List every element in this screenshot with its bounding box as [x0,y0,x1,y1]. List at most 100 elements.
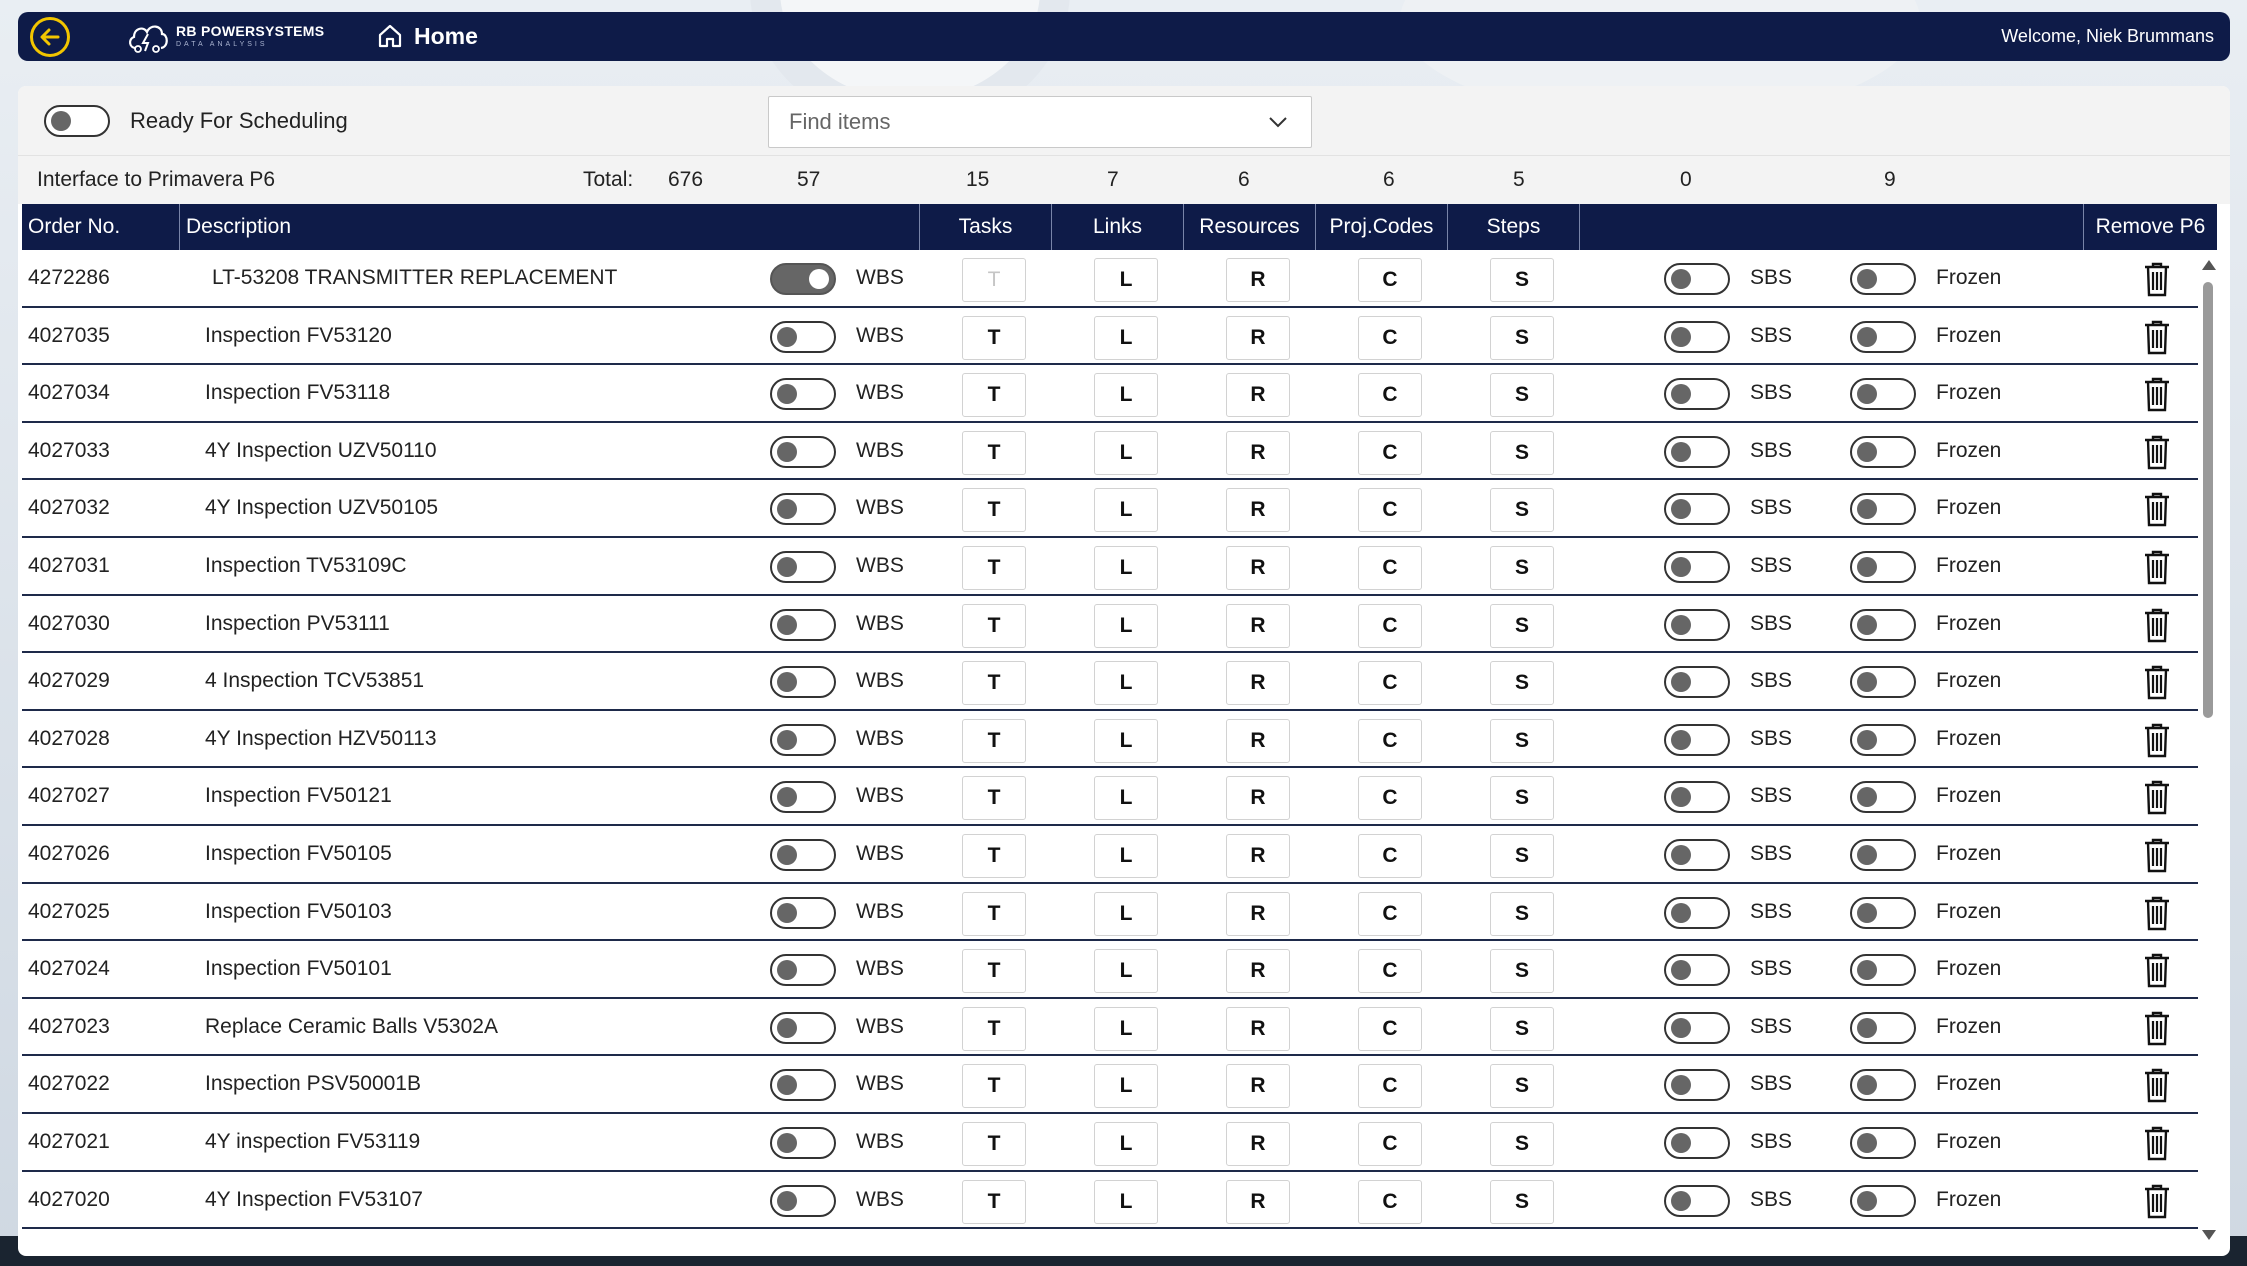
wbs-toggle[interactable] [770,1126,836,1159]
wbs-toggle[interactable] [770,896,836,929]
tasks-button[interactable]: T [962,373,1026,418]
wbs-toggle[interactable] [770,608,836,641]
steps-button[interactable]: S [1490,258,1554,302]
wbs-toggle[interactable] [770,263,836,295]
trash-icon[interactable] [2142,434,2172,470]
links-button[interactable]: L [1094,315,1158,360]
wbs-toggle[interactable] [770,954,836,987]
links-button[interactable]: L [1094,1064,1158,1109]
sbs-toggle[interactable] [1664,666,1730,699]
resources-button[interactable]: R [1226,661,1290,706]
frozen-toggle[interactable] [1850,723,1916,756]
links-button[interactable]: L [1094,488,1158,533]
scroll-thumb[interactable] [2203,282,2213,718]
vertical-scrollbar[interactable] [2200,260,2216,1240]
links-button[interactable]: L [1094,258,1158,302]
proj-codes-button[interactable]: C [1358,488,1422,533]
tasks-button[interactable]: T [962,1121,1026,1166]
tasks-button[interactable]: T [962,1006,1026,1051]
links-button[interactable]: L [1094,833,1158,878]
wbs-toggle[interactable] [770,1011,836,1044]
trash-icon[interactable] [2142,664,2172,700]
resources-button[interactable]: R [1226,488,1290,533]
links-button[interactable]: L [1094,718,1158,763]
tasks-button[interactable]: T [962,1179,1026,1224]
sbs-toggle[interactable] [1664,1126,1730,1159]
frozen-toggle[interactable] [1850,608,1916,641]
sbs-toggle[interactable] [1664,781,1730,814]
steps-button[interactable]: S [1490,603,1554,648]
resources-button[interactable]: R [1226,603,1290,648]
scroll-up-arrow-icon[interactable] [2202,260,2216,270]
resources-button[interactable]: R [1226,430,1290,475]
frozen-toggle[interactable] [1850,954,1916,987]
column-proj-codes[interactable]: Proj.Codes [1316,204,1448,250]
proj-codes-button[interactable]: C [1358,1064,1422,1109]
frozen-toggle[interactable] [1850,378,1916,411]
proj-codes-button[interactable]: C [1358,833,1422,878]
steps-button[interactable]: S [1490,373,1554,418]
steps-button[interactable]: S [1490,488,1554,533]
resources-button[interactable]: R [1226,545,1290,590]
wbs-toggle[interactable] [770,1184,836,1217]
links-button[interactable]: L [1094,545,1158,590]
resources-button[interactable]: R [1226,258,1290,302]
steps-button[interactable]: S [1490,430,1554,475]
wbs-toggle[interactable] [770,493,836,526]
proj-codes-button[interactable]: C [1358,1179,1422,1224]
trash-icon[interactable] [2142,549,2172,585]
trash-icon[interactable] [2142,837,2172,873]
tasks-button[interactable]: T [962,315,1026,360]
column-order-no[interactable]: Order No. [22,204,180,250]
sbs-toggle[interactable] [1664,954,1730,987]
sbs-toggle[interactable] [1664,435,1730,468]
proj-codes-button[interactable]: C [1358,776,1422,821]
resources-button[interactable]: R [1226,776,1290,821]
steps-button[interactable]: S [1490,1006,1554,1051]
trash-icon[interactable] [2142,376,2172,412]
resources-button[interactable]: R [1226,373,1290,418]
sbs-toggle[interactable] [1664,378,1730,411]
tasks-button[interactable]: T [962,545,1026,590]
links-button[interactable]: L [1094,1006,1158,1051]
resources-button[interactable]: R [1226,833,1290,878]
proj-codes-button[interactable]: C [1358,949,1422,994]
links-button[interactable]: L [1094,891,1158,936]
tasks-button[interactable]: T [962,661,1026,706]
proj-codes-button[interactable]: C [1358,891,1422,936]
frozen-toggle[interactable] [1850,263,1916,295]
sbs-toggle[interactable] [1664,1184,1730,1217]
links-button[interactable]: L [1094,1121,1158,1166]
ready-for-scheduling-toggle[interactable] [44,105,110,137]
tasks-button[interactable]: T [962,258,1026,302]
sbs-toggle[interactable] [1664,493,1730,526]
steps-button[interactable]: S [1490,315,1554,360]
links-button[interactable]: L [1094,661,1158,706]
wbs-toggle[interactable] [770,781,836,814]
wbs-toggle[interactable] [770,320,836,353]
tasks-button[interactable]: T [962,430,1026,475]
sbs-toggle[interactable] [1664,1069,1730,1102]
proj-codes-button[interactable]: C [1358,1121,1422,1166]
resources-button[interactable]: R [1226,1064,1290,1109]
resources-button[interactable]: R [1226,718,1290,763]
frozen-toggle[interactable] [1850,435,1916,468]
frozen-toggle[interactable] [1850,1126,1916,1159]
frozen-toggle[interactable] [1850,493,1916,526]
resources-button[interactable]: R [1226,1006,1290,1051]
proj-codes-button[interactable]: C [1358,718,1422,763]
wbs-toggle[interactable] [770,838,836,871]
proj-codes-button[interactable]: C [1358,430,1422,475]
column-resources[interactable]: Resources [1184,204,1316,250]
sbs-toggle[interactable] [1664,320,1730,353]
trash-icon[interactable] [2142,952,2172,988]
sbs-toggle[interactable] [1664,838,1730,871]
resources-button[interactable]: R [1226,949,1290,994]
column-links[interactable]: Links [1052,204,1184,250]
links-button[interactable]: L [1094,603,1158,648]
trash-icon[interactable] [2142,491,2172,527]
steps-button[interactable]: S [1490,1179,1554,1224]
wbs-toggle[interactable] [770,378,836,411]
trash-icon[interactable] [2142,1183,2172,1219]
trash-icon[interactable] [2142,319,2172,355]
